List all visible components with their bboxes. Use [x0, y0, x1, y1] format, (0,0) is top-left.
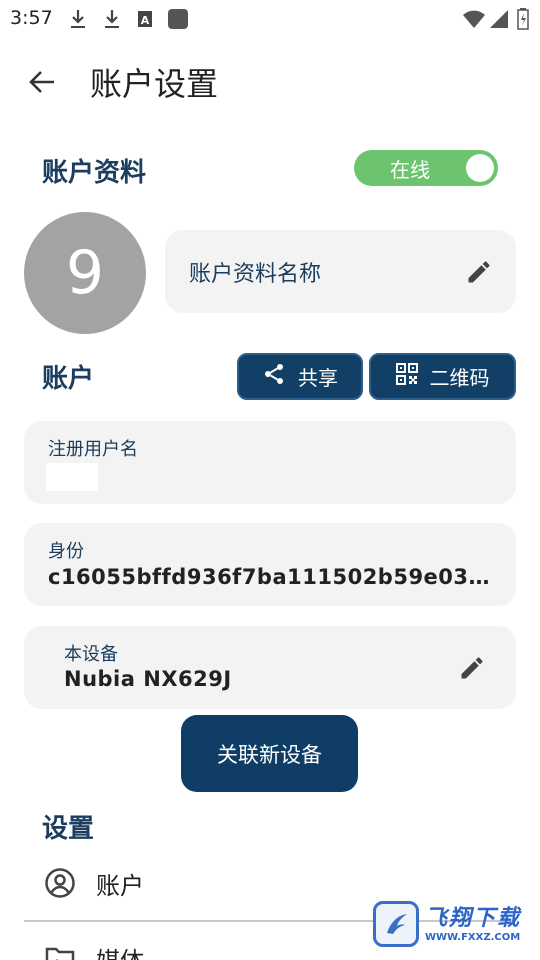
toggle-knob	[466, 154, 494, 182]
app-notification-icon	[166, 8, 190, 30]
share-button[interactable]: 共享	[237, 353, 363, 400]
signal-icon	[488, 8, 510, 30]
share-icon	[262, 362, 286, 391]
settings-item-label: 账户	[96, 871, 144, 900]
username-card[interactable]: 注册用户名	[24, 421, 516, 504]
avatar[interactable]: 9	[24, 212, 146, 334]
arrow-left-icon[interactable]	[24, 64, 60, 100]
device-label: 本设备	[64, 644, 118, 665]
wifi-icon	[462, 8, 486, 30]
qr-code-label: 二维码	[429, 366, 490, 390]
settings-section-title: 设置	[42, 814, 95, 844]
account-circle-icon	[42, 865, 78, 901]
media-folder-icon	[42, 940, 78, 960]
page-title: 账户设置	[90, 65, 219, 103]
profile-section-title: 账户资料	[42, 158, 147, 188]
pencil-icon[interactable]	[456, 652, 488, 684]
share-label: 共享	[298, 366, 338, 390]
identity-card[interactable]: 身份 c16055bffd936f7ba111502b59e03…	[24, 523, 516, 606]
status-time: 3:57	[10, 7, 53, 29]
username-label: 注册用户名	[48, 439, 138, 460]
profile-name-label: 账户资料名称	[189, 262, 322, 287]
svg-text:A: A	[141, 14, 150, 27]
download-icon	[102, 8, 122, 30]
identity-label: 身份	[48, 541, 84, 562]
a-notification-icon: A	[136, 8, 154, 30]
toggle-label: 在线	[390, 157, 430, 182]
qr-code-icon	[395, 363, 418, 390]
username-value	[46, 463, 98, 491]
settings-item-label: 媒体	[96, 941, 144, 960]
account-section-title: 账户	[42, 364, 95, 394]
download-icon	[68, 8, 88, 30]
watermark-logo: 飞翔下载 WWW.FXXZ.COM	[373, 898, 533, 950]
watermark-text: 飞翔下载	[425, 905, 522, 931]
battery-icon	[516, 8, 530, 30]
online-status-toggle[interactable]: 在线	[354, 150, 498, 186]
profile-name-card[interactable]: 账户资料名称	[165, 230, 516, 313]
status-bar: 3:57 A	[0, 0, 540, 38]
link-new-device-button[interactable]: 关联新设备	[181, 715, 358, 792]
qr-code-button[interactable]: 二维码	[369, 353, 516, 400]
device-name: Nubia NX629J	[64, 667, 232, 691]
device-card[interactable]: 本设备 Nubia NX629J	[24, 626, 516, 709]
avatar-text: 9	[65, 238, 105, 308]
identity-value: c16055bffd936f7ba111502b59e03…	[48, 565, 491, 589]
pencil-icon[interactable]	[463, 256, 495, 288]
watermark-url: WWW.FXXZ.COM	[425, 931, 521, 943]
watermark-icon	[373, 901, 419, 947]
link-new-device-label: 关联新设备	[217, 742, 322, 767]
